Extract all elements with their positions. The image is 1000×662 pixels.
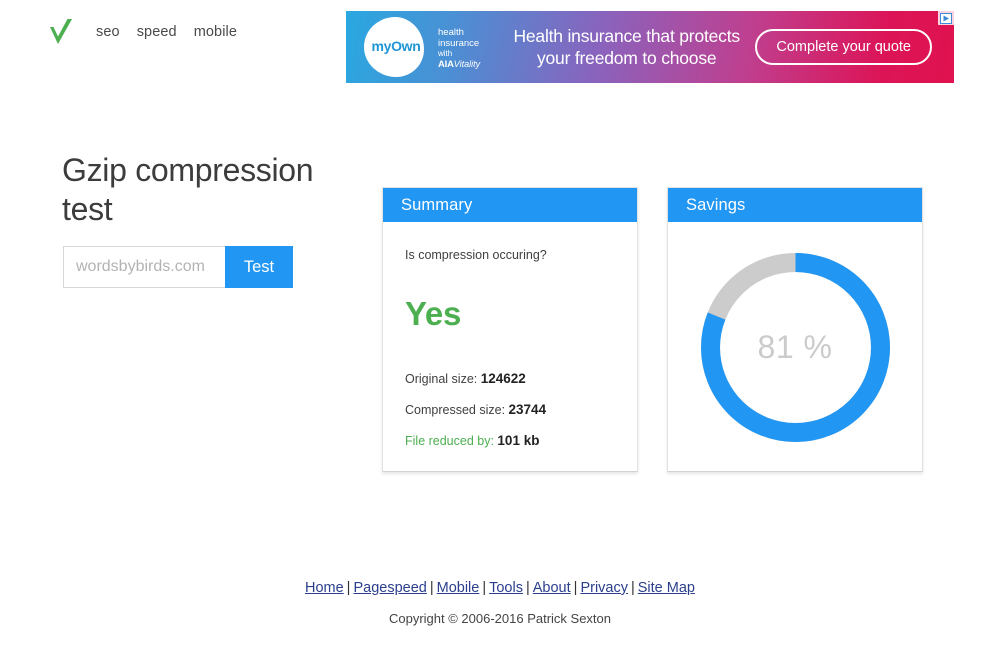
footer-link-pagespeed[interactable]: Pagespeed (353, 580, 426, 596)
test-button[interactable]: Test (225, 246, 293, 288)
ad-cta-button[interactable]: Complete your quote (755, 29, 932, 65)
summary-card-header: Summary (383, 188, 637, 222)
savings-donut: 81 % (695, 247, 896, 448)
footer-separator: | (429, 580, 434, 596)
footer: Home | Pagespeed | Mobile | Tools | About | Privac… (0, 580, 1000, 626)
footer-links: Home | Pagespeed | Mobile | Tools | About | Privac… (0, 580, 1000, 596)
ad-headline-line1: Health insurance that protects (513, 25, 740, 46)
metric-original-size-label: Original size: (405, 372, 478, 386)
footer-link-sitemap[interactable]: Site Map (638, 580, 695, 596)
url-test-form: Test (63, 246, 293, 288)
ad-brand-logo: myOwn health insurance with AIAVitality (346, 11, 496, 83)
footer-separator: | (482, 580, 487, 596)
ad-brand-line3: with AIAVitality (438, 49, 496, 71)
metric-compressed-size-label: Compressed size: (405, 403, 506, 417)
ad-brand-name: myOwn (371, 38, 421, 54)
summary-card: Summary Is compression occuring? Yes Ori… (382, 187, 638, 472)
copyright-text: Copyright © 2006-2016 Patrick Sexton (388, 611, 612, 626)
ad-brand-with: with (438, 49, 453, 59)
check-icon (50, 19, 72, 44)
page-root: seo speed mobile myOwn health insurance … (0, 0, 1000, 662)
footer-link-home[interactable]: Home (305, 580, 344, 596)
adchoices-triangle-icon (940, 12, 952, 24)
savings-percent-label: 81 % (757, 328, 833, 365)
savings-card-header: Savings (668, 188, 922, 222)
url-input[interactable] (63, 246, 225, 288)
ad-brand-line2: insurance (438, 37, 480, 49)
nav-links: seo speed mobile (96, 24, 237, 40)
footer-link-mobile[interactable]: Mobile (437, 580, 480, 596)
ad-banner[interactable]: myOwn health insurance with AIAVitality … (346, 11, 954, 83)
footer-link-privacy[interactable]: Privacy (580, 580, 628, 596)
footer-separator: | (573, 580, 578, 596)
page-title: Gzip compression test (62, 152, 314, 228)
top-navigation: seo speed mobile (48, 18, 237, 46)
footer-separator: | (525, 580, 530, 596)
ad-content: myOwn health insurance with AIAVitality … (346, 11, 954, 83)
metric-compressed-size-value: 23744 (508, 402, 547, 417)
savings-chart: 81 % (668, 222, 922, 472)
metric-original-size: Original size: 124622 (405, 371, 615, 386)
summary-card-body: Is compression occuring? Yes Original si… (383, 222, 637, 448)
ad-headline: Health insurance that protects your free… (496, 25, 755, 70)
compression-question: Is compression occuring? (405, 248, 547, 262)
ad-headline-line2: your freedom to choose (536, 48, 717, 68)
ad-brand-tagline: health insurance with AIAVitality (438, 27, 496, 71)
green-check-logo[interactable] (48, 18, 74, 46)
footer-link-about[interactable]: About (533, 580, 571, 596)
footer-separator: | (630, 580, 635, 596)
compression-answer: Yes (405, 295, 461, 332)
metric-original-size-value: 124622 (480, 371, 526, 386)
summary-metrics: Original size: 124622 Compressed size: 2… (405, 371, 615, 448)
nav-link-speed[interactable]: speed (137, 24, 177, 40)
metric-file-reduced: File reduced by: 101 kb (405, 433, 615, 448)
adchoices-icon[interactable] (938, 11, 954, 25)
nav-link-seo[interactable]: seo (96, 24, 120, 40)
footer-link-tools[interactable]: Tools (489, 580, 523, 596)
savings-card: Savings 81 % (667, 187, 923, 472)
metric-file-reduced-value: 101 kb (497, 433, 540, 448)
nav-link-mobile[interactable]: mobile (194, 24, 237, 40)
ad-brand-vitality: Vitality (453, 59, 481, 70)
metric-compressed-size: Compressed size: 23744 (405, 402, 615, 417)
footer-separator: | (346, 580, 351, 596)
ad-brand-aia: AIA (438, 59, 454, 71)
metric-file-reduced-label: File reduced by: (405, 434, 494, 448)
